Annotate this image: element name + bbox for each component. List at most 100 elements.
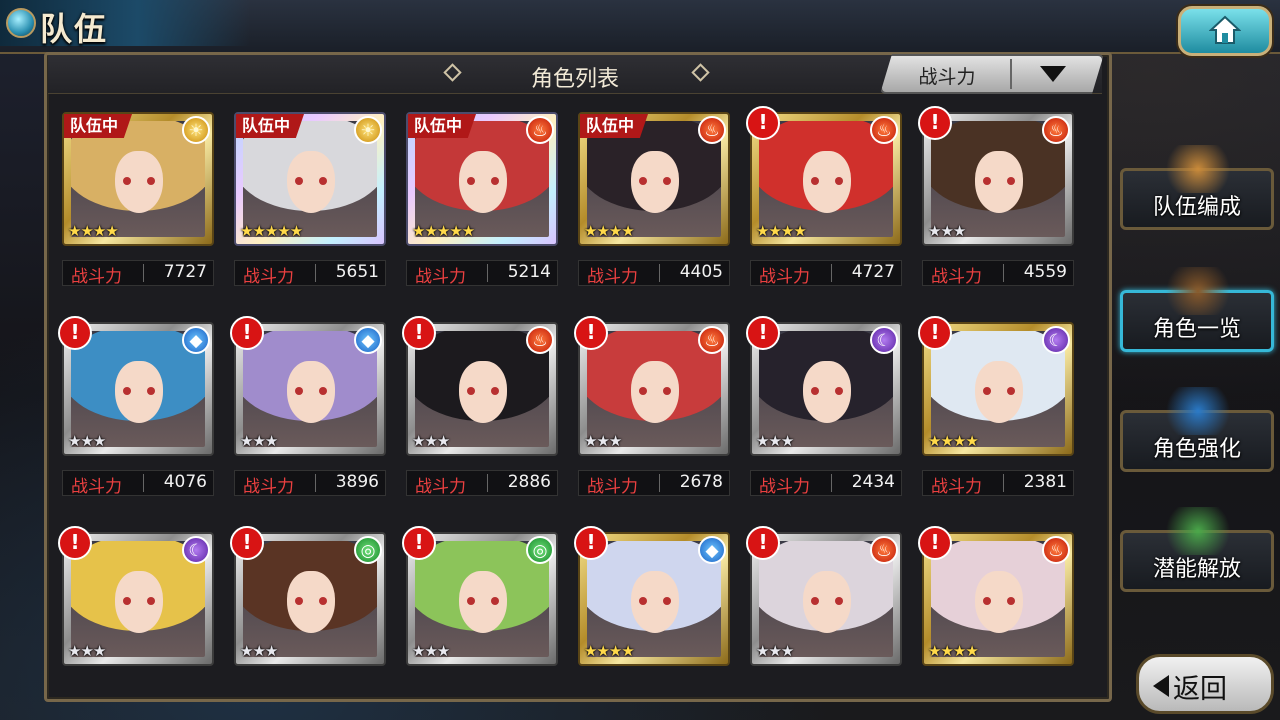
in-team-badge: 队伍中 (408, 114, 477, 138)
portrait-frame: ♨ ★★★! (918, 106, 1074, 246)
portrait-frame: ◎ ★★★! (230, 526, 386, 666)
menu-art-icon (1163, 145, 1233, 193)
portrait-frame: ♨ ★★★! (746, 526, 902, 666)
fire-element-icon: ♨ (526, 116, 554, 144)
power-value: 5214 (507, 262, 551, 282)
power-value: 3896 (335, 472, 379, 492)
sun-element-icon: ☀ (354, 116, 382, 144)
divider (143, 264, 144, 282)
portrait-frame: ☾ ★★★! (746, 316, 902, 456)
home-button[interactable] (1178, 6, 1272, 56)
page-title: 队伍 (40, 10, 109, 48)
menu-art-icon (1163, 267, 1233, 315)
rarity-stars: ★★★ (240, 432, 278, 450)
portrait-eye (1007, 597, 1015, 605)
power-label: 战斗力 (931, 267, 982, 287)
power-label: 战斗力 (759, 477, 810, 497)
side-menu-label: 潜能解放 (1152, 557, 1241, 582)
alert-icon: ! (746, 316, 780, 350)
power-bar: 战斗力 5214 (406, 260, 558, 287)
power-value: 7727 (163, 262, 207, 282)
title-banner: 队伍 (0, 0, 250, 48)
portrait-eye (319, 597, 327, 605)
moon-element-icon: ☾ (182, 536, 210, 564)
portrait-eye (467, 177, 475, 185)
portrait-eye (295, 177, 303, 185)
power-bar: 战斗力 4405 (578, 260, 730, 287)
divider (659, 264, 660, 282)
fire-element-icon: ♨ (526, 326, 554, 354)
portrait-eye (835, 597, 843, 605)
power-label: 战斗力 (71, 477, 122, 497)
alert-icon: ! (918, 316, 952, 350)
power-label: 战斗力 (243, 477, 294, 497)
portrait-frame: ◆ ★★★! (58, 316, 214, 456)
divider (487, 264, 488, 282)
rarity-stars: ★★★★ (928, 642, 979, 660)
power-label: 战斗力 (587, 267, 638, 287)
power-label: 战斗力 (587, 477, 638, 497)
portrait-frame: ♨ ★★★! (574, 316, 730, 456)
portrait-frame: ♨ ★★★! (402, 316, 558, 456)
power-bar: 战斗力 5651 (234, 260, 386, 287)
side-menu-label: 角色强化 (1152, 437, 1241, 462)
portrait-eye (983, 597, 991, 605)
portrait-eye (663, 387, 671, 395)
portrait-frame: ☀ ★★★★ 队伍中 (62, 112, 214, 246)
portrait-frame: ♨ ★★★★! (746, 106, 902, 246)
portrait-eye (983, 387, 991, 395)
divider (1010, 59, 1012, 89)
portrait-frame: ♨ ★★★★! (918, 526, 1074, 666)
portrait-eye (811, 597, 819, 605)
alert-icon: ! (574, 316, 608, 350)
divider (487, 474, 488, 492)
back-button[interactable]: 返回 (1136, 654, 1274, 714)
portrait-eye (835, 177, 843, 185)
fire-element-icon: ♨ (870, 536, 898, 564)
portrait-eye (491, 597, 499, 605)
triangle-down-icon[interactable] (1040, 66, 1066, 82)
water-element-icon: ◆ (182, 326, 210, 354)
rarity-stars: ★★★ (584, 432, 622, 450)
power-label: 战斗力 (243, 267, 294, 287)
portrait-eye (467, 597, 475, 605)
power-label: 战斗力 (415, 267, 466, 287)
in-team-badge: 队伍中 (64, 114, 133, 138)
side-menu-button[interactable]: 潜能解放 (1120, 507, 1274, 592)
side-menu-button[interactable]: 角色强化 (1120, 387, 1274, 472)
water-element-icon: ◆ (354, 326, 382, 354)
sort-dropdown[interactable]: 战斗力 (880, 54, 1104, 94)
portrait-eye (491, 387, 499, 395)
rarity-stars: ★★★ (68, 432, 106, 450)
power-bar: 战斗力 2886 (406, 470, 558, 497)
fire-element-icon: ♨ (870, 116, 898, 144)
portrait-eye (1007, 177, 1015, 185)
portrait-frame: ◆ ★★★! (230, 316, 386, 456)
alert-icon: ! (58, 526, 92, 560)
portrait-eye (811, 387, 819, 395)
portrait-eye (295, 597, 303, 605)
power-bar: 战斗力 2678 (578, 470, 730, 497)
side-menu-button[interactable]: 队伍编成 (1120, 145, 1274, 230)
rarity-stars: ★★★★ (68, 222, 119, 240)
portrait-eye (663, 597, 671, 605)
side-menu-button[interactable]: 角色一览 (1120, 267, 1274, 352)
wind-element-icon: ◎ (354, 536, 382, 564)
list-title: 角色列表 (530, 67, 619, 92)
portrait-eye (639, 387, 647, 395)
rarity-stars: ★★★★ (756, 222, 807, 240)
sun-element-icon: ☀ (182, 116, 210, 144)
side-menu-label: 队伍编成 (1152, 195, 1241, 220)
power-value: 4727 (851, 262, 895, 282)
portrait-eye (295, 387, 303, 395)
divider (831, 474, 832, 492)
power-value: 2434 (851, 472, 895, 492)
rarity-stars: ★★★ (68, 642, 106, 660)
portrait-eye (1007, 387, 1015, 395)
portrait-eye (491, 177, 499, 185)
power-label: 战斗力 (415, 477, 466, 497)
power-value: 2381 (1023, 472, 1067, 492)
portrait-frame: ☾ ★★★★! (918, 316, 1074, 456)
power-value: 4559 (1023, 262, 1067, 282)
sort-selected-value: 战斗力 (918, 66, 976, 88)
